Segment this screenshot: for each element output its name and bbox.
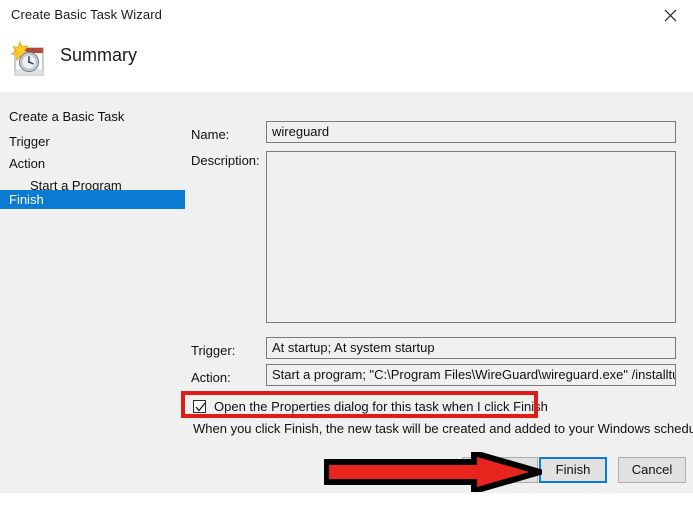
back-button[interactable]: < Back: [462, 457, 538, 483]
dialog-header: Summary: [0, 30, 693, 92]
cancel-button[interactable]: Cancel: [618, 457, 686, 483]
sidebar-item-trigger[interactable]: Trigger: [0, 132, 50, 151]
description-label: Description:: [191, 153, 260, 168]
description-field[interactable]: [266, 151, 676, 323]
trigger-field[interactable]: At startup; At system startup: [266, 337, 676, 359]
sidebar-item-finish[interactable]: Finish: [0, 190, 185, 209]
dialog-body: Create a Basic Task Trigger Action Start…: [0, 92, 693, 448]
page-title: Summary: [60, 45, 137, 66]
summary-form: Name: wireguard Description: Trigger: At…: [185, 92, 693, 448]
name-label: Name:: [191, 127, 229, 142]
task-calendar-clock-icon: [7, 38, 51, 82]
sidebar-item-create-a-basic-task[interactable]: Create a Basic Task: [0, 107, 124, 126]
action-field[interactable]: Start a program; "C:\Program Files\WireG…: [266, 364, 676, 386]
name-field[interactable]: wireguard: [266, 121, 676, 143]
dialog-button-bar: < Back Finish Cancel: [0, 448, 693, 493]
create-basic-task-wizard-dialog: Create Basic Task Wizard Summa: [0, 0, 693, 493]
wizard-step-list: Create a Basic Task Trigger Action Start…: [0, 92, 185, 448]
title-bar: Create Basic Task Wizard: [0, 0, 693, 30]
close-icon: [664, 9, 677, 22]
trigger-label: Trigger:: [191, 343, 235, 358]
sidebar-item-action[interactable]: Action: [0, 154, 45, 173]
open-properties-checkbox-label: Open the Properties dialog for this task…: [214, 399, 548, 414]
finish-note-text: When you click Finish, the new task will…: [193, 421, 693, 436]
action-label: Action:: [191, 370, 231, 385]
finish-button[interactable]: Finish: [539, 457, 607, 483]
window-title: Create Basic Task Wizard: [11, 7, 162, 22]
open-properties-checkbox-row[interactable]: Open the Properties dialog for this task…: [193, 397, 548, 416]
open-properties-checkbox[interactable]: [193, 400, 206, 413]
checkmark-icon: [195, 402, 206, 413]
close-button[interactable]: [648, 0, 693, 30]
